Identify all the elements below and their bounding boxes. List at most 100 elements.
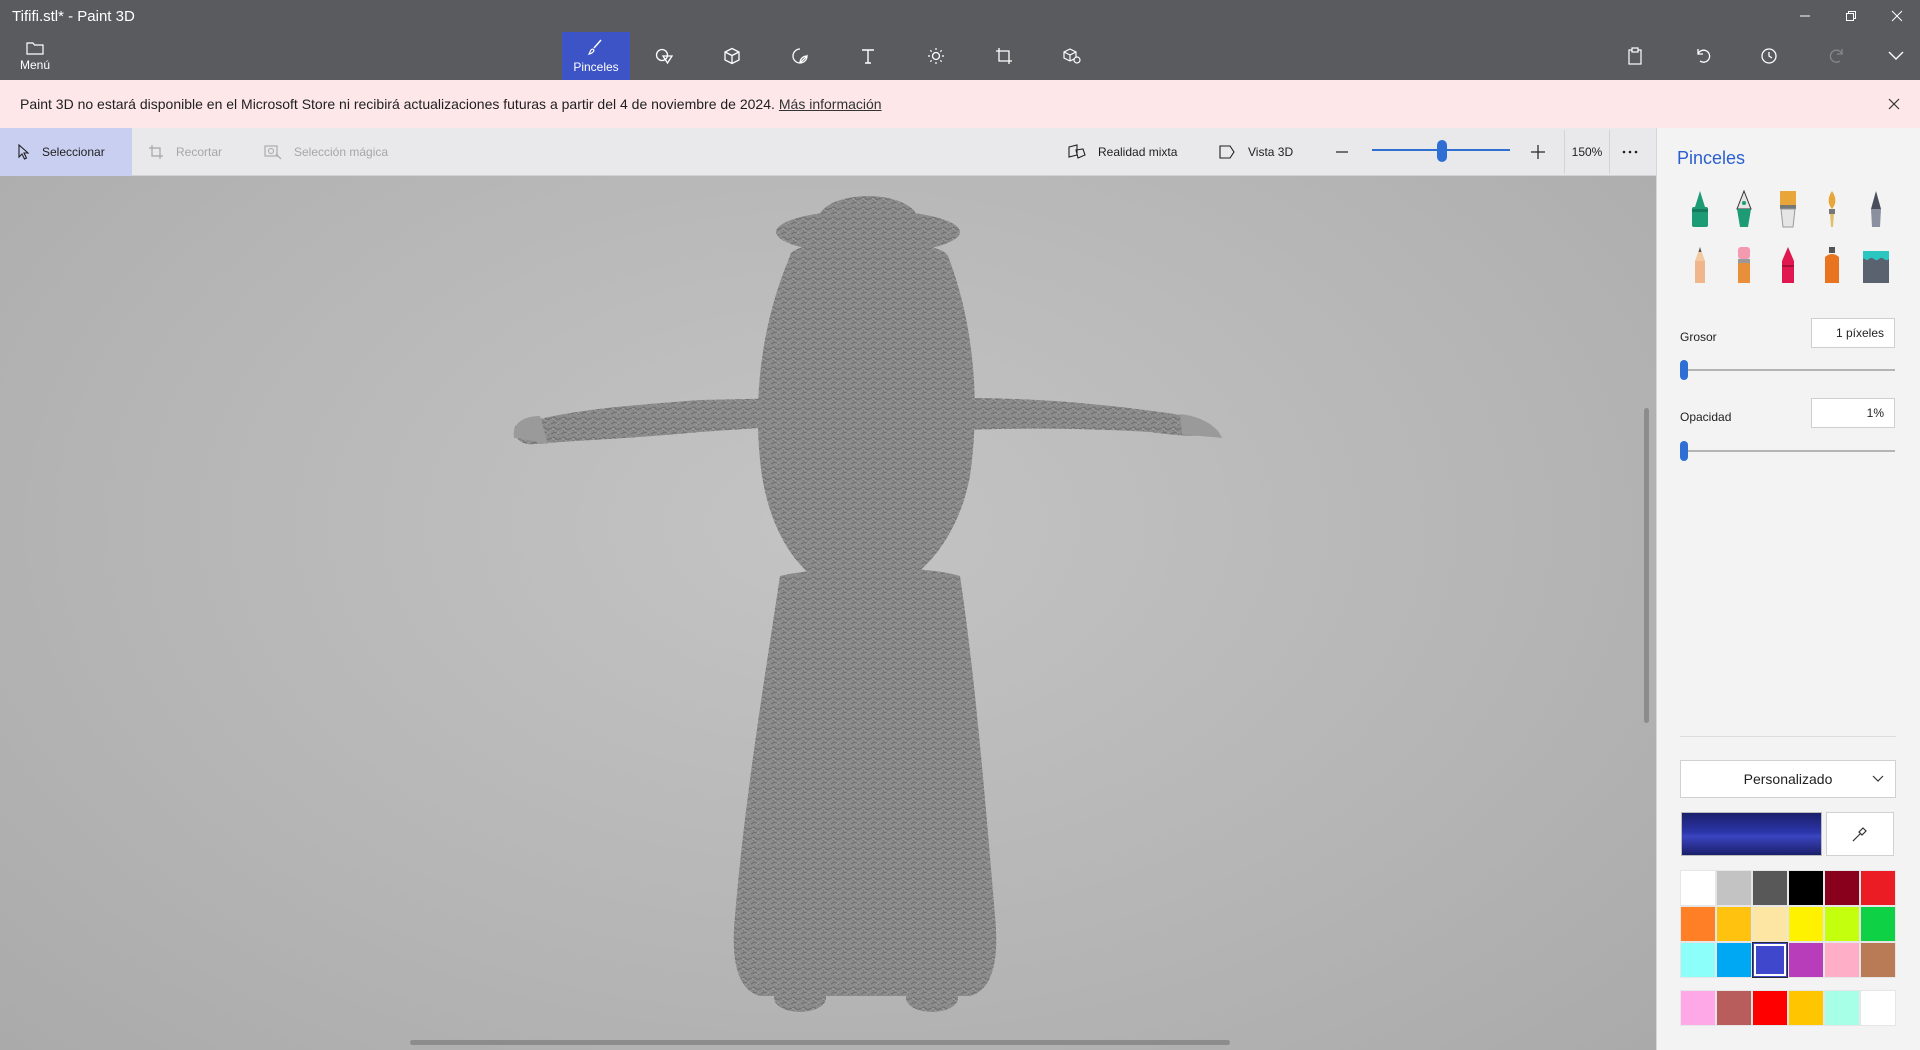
- color-swatch[interactable]: [1716, 870, 1752, 906]
- custom-color-swatch[interactable]: [1680, 990, 1716, 1026]
- pencil-brush[interactable]: [1684, 244, 1716, 286]
- tab-2d-shapes[interactable]: [630, 32, 698, 80]
- brush-icon: [587, 39, 602, 55]
- right-foot: [906, 984, 958, 1012]
- redo-button[interactable]: [1817, 40, 1857, 72]
- paste-button[interactable]: [1615, 40, 1655, 72]
- history-button[interactable]: [1749, 40, 1789, 72]
- color-swatch[interactable]: [1716, 906, 1752, 942]
- color-swatch[interactable]: [1860, 870, 1896, 906]
- color-swatch[interactable]: [1680, 942, 1716, 978]
- select-button[interactable]: Seleccionar: [0, 128, 132, 176]
- canvas-toolbar: Seleccionar Recortar Selección mágica Re…: [0, 128, 1656, 176]
- watercolor-brush[interactable]: [1816, 188, 1848, 230]
- restore-icon: [1846, 11, 1856, 21]
- custom-color-swatch[interactable]: [1716, 990, 1752, 1026]
- custom-color-swatch[interactable]: [1860, 990, 1896, 1026]
- 3d-model-figure[interactable]: [0, 176, 1656, 1050]
- tab-stickers[interactable]: [766, 32, 834, 80]
- spray-can-brush[interactable]: [1816, 244, 1848, 286]
- oil-brush[interactable]: [1772, 188, 1804, 230]
- horizontal-scrollbar[interactable]: [410, 1040, 1230, 1045]
- panel-divider: [1680, 736, 1896, 737]
- color-swatch[interactable]: [1680, 906, 1716, 942]
- color-swatch[interactable]: [1788, 942, 1824, 978]
- zoom-value[interactable]: 150%: [1564, 130, 1610, 174]
- minimize-button[interactable]: [1782, 0, 1828, 32]
- color-swatch[interactable]: [1752, 870, 1788, 906]
- color-swatch[interactable]: [1788, 870, 1824, 906]
- color-swatch[interactable]: [1824, 870, 1860, 906]
- watercolor-icon: [1828, 191, 1836, 227]
- stickers-icon: [792, 48, 808, 64]
- view-3d-button[interactable]: Vista 3D: [1218, 128, 1293, 176]
- fill-bucket-brush[interactable]: [1860, 244, 1892, 286]
- view-3d-icon: [1219, 145, 1235, 159]
- expand-ribbon-button[interactable]: [1876, 40, 1916, 72]
- tab-brushes[interactable]: Pinceles: [562, 32, 630, 80]
- close-window-button[interactable]: [1874, 0, 1920, 32]
- custom-color-swatch[interactable]: [1788, 990, 1824, 1026]
- undo-button[interactable]: [1683, 40, 1723, 72]
- select-label: Seleccionar: [42, 145, 105, 159]
- zoom-slider-thumb[interactable]: [1437, 140, 1447, 162]
- custom-color-swatch[interactable]: [1752, 990, 1788, 1026]
- opacity-slider-track[interactable]: [1680, 450, 1895, 452]
- robe: [733, 567, 997, 996]
- zoom-in-button[interactable]: [1530, 128, 1558, 176]
- current-color-preview[interactable]: [1681, 812, 1822, 856]
- color-swatch[interactable]: [1680, 870, 1716, 906]
- color-mode-dropdown[interactable]: Personalizado: [1680, 760, 1896, 798]
- crop-label: Recortar: [176, 145, 223, 159]
- restore-button[interactable]: [1828, 0, 1874, 32]
- canvas-area[interactable]: [0, 176, 1656, 1050]
- tab-canvas[interactable]: [970, 32, 1038, 80]
- magic-select-button[interactable]: Selección mágica: [264, 128, 388, 176]
- pixel-pen-brush[interactable]: [1860, 188, 1892, 230]
- color-swatch[interactable]: [1752, 942, 1788, 978]
- menu-button[interactable]: Menú: [10, 36, 60, 76]
- eraser-brush[interactable]: [1728, 244, 1760, 286]
- color-swatch[interactable]: [1860, 906, 1896, 942]
- eyedropper-button[interactable]: [1826, 812, 1894, 856]
- tab-effects[interactable]: [902, 32, 970, 80]
- tab-3d-library[interactable]: [1038, 32, 1106, 80]
- chevron-down-icon: [1888, 51, 1904, 60]
- color-swatch[interactable]: [1860, 942, 1896, 978]
- custom-color-swatch[interactable]: [1824, 990, 1860, 1026]
- more-info-link[interactable]: Más información: [779, 96, 882, 112]
- plus-icon: [1531, 145, 1545, 159]
- 2d-shapes-icon: [655, 48, 674, 65]
- vertical-scrollbar[interactable]: [1644, 408, 1649, 723]
- tab-3d-shapes[interactable]: [698, 32, 766, 80]
- crop-button[interactable]: Recortar: [148, 128, 222, 176]
- color-swatch[interactable]: [1716, 942, 1752, 978]
- crayon-icon: [1782, 247, 1794, 283]
- calligraphy-pen-brush[interactable]: [1728, 188, 1760, 230]
- thickness-input[interactable]: 1 píxeles: [1811, 318, 1895, 348]
- crayon-brush[interactable]: [1772, 244, 1804, 286]
- thickness-slider-track[interactable]: [1680, 369, 1895, 371]
- close-icon: [1888, 98, 1900, 110]
- marker-icon: [1692, 191, 1708, 227]
- zoom-out-button[interactable]: [1334, 128, 1362, 176]
- opacity-input[interactable]: 1%: [1811, 398, 1895, 428]
- color-swatch[interactable]: [1788, 906, 1824, 942]
- color-swatch[interactable]: [1824, 942, 1860, 978]
- color-swatch[interactable]: [1752, 906, 1788, 942]
- marker-brush[interactable]: [1684, 188, 1716, 230]
- pencil-icon: [1695, 247, 1705, 283]
- effects-icon: [928, 48, 944, 64]
- opacity-slider-thumb[interactable]: [1680, 441, 1688, 461]
- more-options-button[interactable]: [1622, 128, 1650, 176]
- canvas-icon: [996, 48, 1012, 64]
- mixed-reality-button[interactable]: Realidad mixta: [1068, 128, 1177, 176]
- tab-text[interactable]: [834, 32, 902, 80]
- color-swatch[interactable]: [1824, 906, 1860, 942]
- thickness-slider-thumb[interactable]: [1680, 360, 1688, 380]
- mixed-reality-icon: [1068, 144, 1086, 159]
- more-icon: [1622, 150, 1638, 154]
- banner-close-button[interactable]: [1884, 94, 1904, 114]
- crop-icon: [149, 145, 163, 159]
- folder-icon: [26, 41, 44, 55]
